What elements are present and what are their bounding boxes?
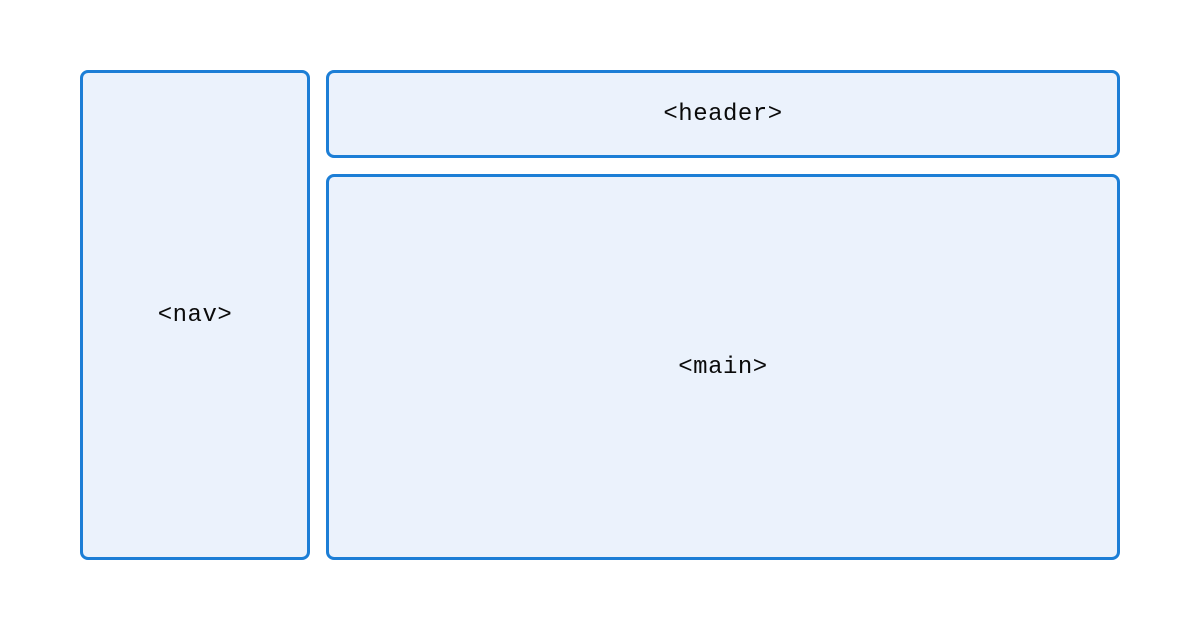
header-region: <header> (326, 70, 1120, 158)
right-column: <header> <main> (326, 70, 1120, 560)
layout-diagram: <nav> <header> <main> (80, 70, 1120, 560)
main-label: <main> (678, 354, 767, 381)
main-region: <main> (326, 174, 1120, 560)
nav-label: <nav> (158, 302, 233, 329)
nav-region: <nav> (80, 70, 310, 560)
header-label: <header> (663, 101, 782, 128)
